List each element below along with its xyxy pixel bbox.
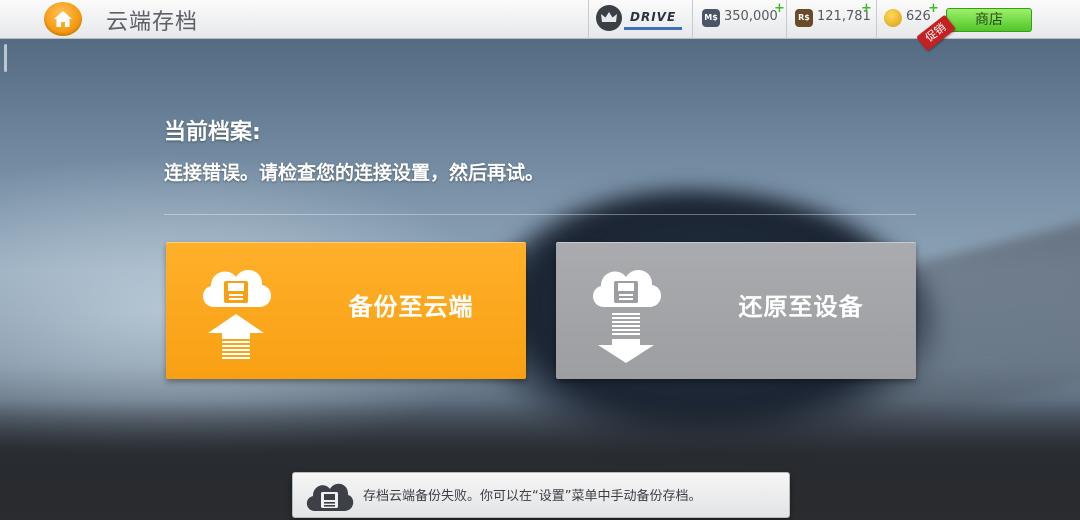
page-title: 云端存档 [106,10,199,35]
top-bar: 云端存档 DRIVE M$ 350,000 + R$ 121,781 + 626… [0,0,1080,39]
backup-button-label: 备份至云端 [348,293,474,321]
ms-currency-value: 350,000 [724,9,778,24]
current-profile-label: 当前档案: [164,120,261,145]
background-scene [0,0,1080,520]
restore-to-device-button[interactable]: 还原至设备 [556,242,916,379]
section-divider [164,214,916,215]
drive-badge[interactable]: DRIVE [596,5,686,33]
shop-button[interactable]: 商店 [946,8,1032,32]
rs-currency[interactable]: R$ 121,781 + [795,1,875,30]
home-icon [54,11,72,27]
home-button[interactable] [44,2,82,36]
ms-currency-icon: M$ [702,9,720,27]
add-ms-icon[interactable]: + [774,1,785,16]
gold-coin-icon [884,9,902,27]
add-rs-icon[interactable]: + [861,1,872,16]
toast-message: 存档云端备份失败。你可以在“设置”菜单中手动备份存档。 [363,489,702,504]
backup-to-cloud-button[interactable]: 备份至云端 [166,242,526,379]
crown-icon [596,5,622,31]
ms-currency[interactable]: M$ 350,000 + [702,1,786,30]
cloud-save-icon [306,483,354,511]
topbar-divider [692,0,693,38]
cloud-upload-icon [203,270,272,359]
backup-failed-toast: 存档云端备份失败。你可以在“设置”菜单中手动备份存档。 [292,472,790,518]
topbar-divider [876,0,877,38]
rs-currency-icon: R$ [795,9,813,27]
restore-button-label: 还原至设备 [738,293,864,321]
cloud-download-icon [593,270,662,363]
drive-label: DRIVE [624,9,683,30]
topbar-divider [786,0,787,38]
add-gold-icon[interactable]: + [928,1,939,16]
scroll-indicator [4,44,7,72]
connection-status-message: 连接错误。请检查您的连接设置，然后再试。 [164,162,545,184]
topbar-divider [588,0,589,38]
